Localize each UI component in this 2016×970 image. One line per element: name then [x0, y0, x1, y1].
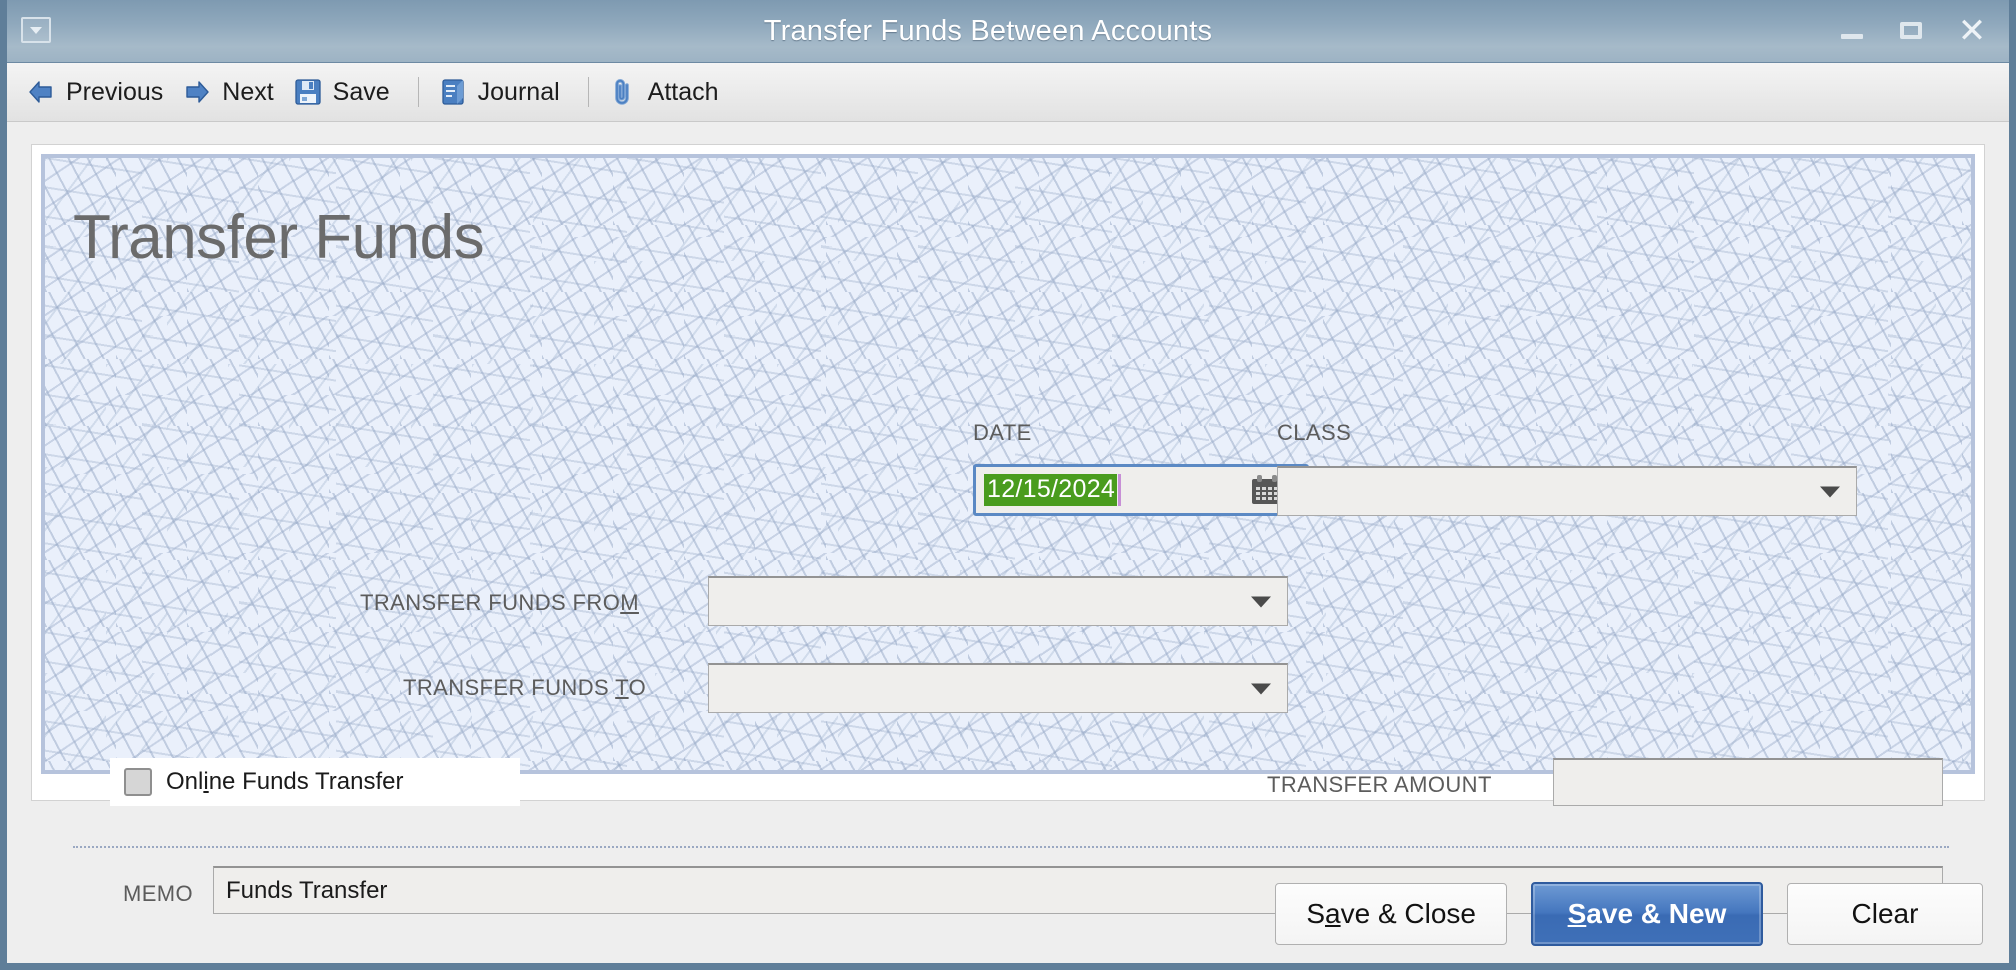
toolbar-previous-button[interactable]: Previous [21, 74, 177, 111]
toolbar-save-label: Save [332, 77, 390, 106]
save-and-close-post: ve & Close [1340, 898, 1476, 929]
transfer-to-label-pre: TRANSFER FUNDS [403, 675, 616, 700]
transfer-to-label-post: O [628, 675, 647, 700]
text-caret [1118, 474, 1122, 506]
toolbar-journal-button[interactable]: Journal [433, 74, 574, 111]
clear-button[interactable]: Clear [1787, 883, 1983, 945]
save-and-close-accel: a [1325, 898, 1341, 929]
window-menu-icon[interactable] [19, 13, 53, 47]
save-and-close-button[interactable]: Save & Close [1275, 883, 1507, 945]
save-and-new-accel: S [1567, 898, 1587, 929]
transfer-amount-value [1554, 758, 1578, 785]
titlebar: Transfer Funds Between Accounts ✕ [7, 0, 2009, 63]
transfer-amount-input[interactable] [1553, 758, 1943, 806]
date-value: 12/15/2024 [984, 474, 1118, 506]
toolbar-attach-button[interactable]: Attach [603, 74, 733, 111]
toolbar-separator [587, 77, 589, 107]
transfer-to-dropdown[interactable] [708, 663, 1288, 713]
class-dropdown[interactable] [1277, 466, 1857, 516]
memo-value: Funds Transfer [226, 876, 388, 904]
form-panel: Transfer Funds DATE 12/15/2024 CLASS TRA… [41, 154, 1975, 914]
chevron-down-icon [1251, 596, 1271, 607]
transfer-from-label: TRANSFER FUNDS FROM [360, 590, 639, 616]
window-menu-glyph [21, 17, 51, 43]
page-title: Transfer Funds [73, 203, 485, 272]
toolbar-journal-label: Journal [477, 77, 560, 106]
transfer-from-value [709, 576, 733, 603]
window-controls: ✕ [1837, 0, 1987, 62]
class-value [1278, 466, 1302, 493]
toolbar-next-label: Next [222, 77, 274, 106]
date-label: DATE [973, 420, 1032, 445]
toolbar-attach-label: Attach [647, 77, 719, 106]
dialog-footer: Save & Close Save & New Clear [1275, 882, 1983, 946]
online-funds-transfer-checkbox[interactable] [124, 768, 152, 796]
section-divider [73, 846, 1949, 848]
class-label: CLASS [1277, 420, 1352, 445]
dialog-body: Transfer Funds DATE 12/15/2024 CLASS TRA… [7, 122, 2009, 963]
paperclip-icon [614, 79, 629, 105]
toolbar-save-button[interactable]: Save [288, 74, 404, 111]
transfer-to-label-accel: T [615, 675, 629, 700]
memo-label: MEMO [123, 881, 194, 906]
transfer-to-label: TRANSFER FUNDS TO [403, 675, 646, 701]
transfer-amount-label: TRANSFER AMOUNT [1267, 772, 1492, 797]
toolbar-previous-label: Previous [66, 77, 164, 106]
save-and-new-post: ave & New [1586, 898, 1727, 929]
transfer-from-dropdown[interactable] [708, 576, 1288, 626]
chevron-down-icon [1251, 683, 1271, 694]
online-funds-transfer-label-post: ne Funds Transfer [208, 768, 404, 795]
toolbar: Previous Next Save Journal Attach [7, 63, 2009, 122]
form-card: Transfer Funds DATE 12/15/2024 CLASS TRA… [31, 144, 1985, 914]
close-button[interactable]: ✕ [1957, 14, 1987, 48]
minimize-button[interactable] [1837, 16, 1867, 46]
arrow-right-icon [186, 81, 209, 103]
toolbar-next-button[interactable]: Next [177, 74, 287, 111]
chevron-down-icon [1820, 486, 1840, 497]
toolbar-separator [417, 77, 419, 107]
maximize-button[interactable] [1897, 16, 1927, 46]
window-title: Transfer Funds Between Accounts [763, 14, 1213, 47]
online-funds-transfer-row[interactable]: Online Funds Transfer [110, 758, 520, 806]
save-and-new-button[interactable]: Save & New [1531, 882, 1763, 946]
arrow-left-icon [29, 81, 52, 103]
online-funds-transfer-label: Online Funds Transfer [166, 768, 403, 796]
journal-book-icon [442, 79, 464, 105]
online-funds-transfer-label-pre: Onl [166, 768, 204, 795]
floppy-disk-icon [295, 79, 321, 105]
transfer-to-value [709, 663, 733, 690]
transfer-from-label-pre: TRANSFER FUNDS FRO [360, 590, 621, 615]
transfer-funds-window: Transfer Funds Between Accounts ✕ Previo… [0, 0, 2016, 970]
transfer-from-label-accel: M [620, 590, 639, 615]
date-input[interactable]: 12/15/2024 [973, 464, 1309, 516]
save-and-close-pre: S [1306, 898, 1326, 929]
